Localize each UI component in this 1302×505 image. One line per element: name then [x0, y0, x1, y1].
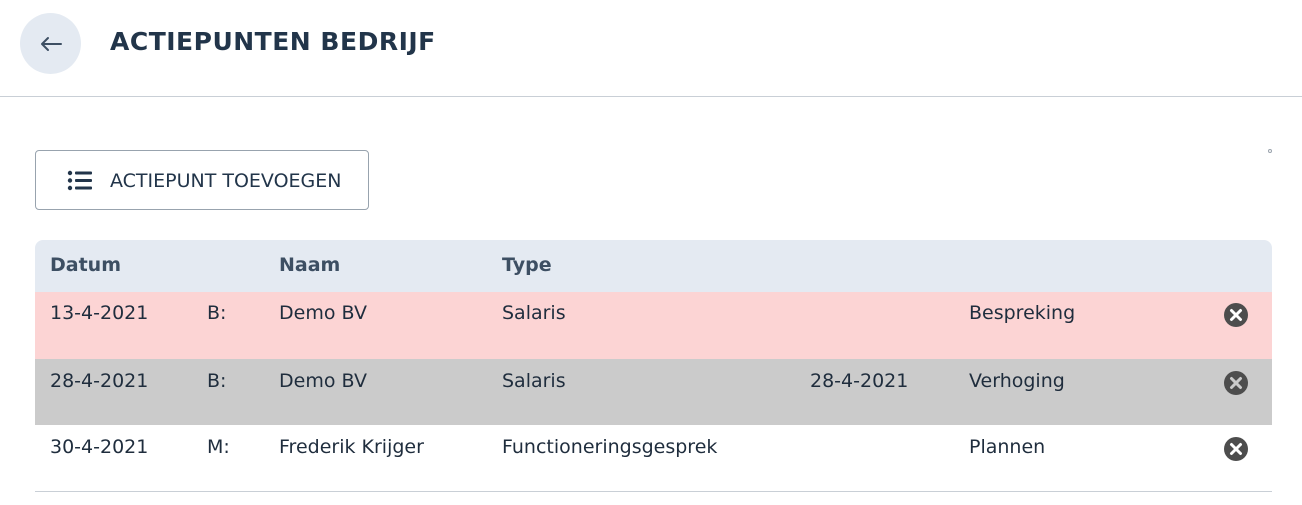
row-prefix: B:: [207, 370, 227, 392]
row-type: Salaris: [502, 370, 566, 392]
row-type: Salaris: [502, 302, 566, 324]
add-actionpoint-button[interactable]: ACTIEPUNT TOEVOEGEN: [35, 150, 369, 210]
row-datum2: 28-4-2021: [810, 370, 909, 392]
close-circle-icon[interactable]: [1223, 436, 1249, 462]
table-bottom-divider: [35, 491, 1272, 492]
column-header-naam[interactable]: Naam: [279, 254, 340, 276]
row-type: Functioneringsgesprek: [502, 436, 718, 458]
back-button[interactable]: [20, 13, 81, 74]
page-header: ACTIEPUNTEN BEDRIJF: [0, 0, 1302, 97]
column-header-type[interactable]: Type: [502, 254, 552, 276]
row-prefix: M:: [207, 436, 230, 458]
table-row[interactable]: 30-4-2021 M: Frederik Krijger Functioner…: [35, 425, 1272, 491]
close-circle-icon[interactable]: [1223, 302, 1249, 328]
row-datum: 13-4-2021: [50, 302, 149, 324]
table-header: Datum Naam Type: [35, 240, 1272, 292]
row-status: Bespreking: [969, 302, 1076, 324]
row-datum: 30-4-2021: [50, 436, 149, 458]
arrow-left-icon: [40, 36, 62, 51]
table-row[interactable]: 28-4-2021 B: Demo BV Salaris 28-4-2021 V…: [35, 359, 1272, 425]
add-actionpoint-label: ACTIEPUNT TOEVOEGEN: [110, 170, 342, 192]
close-circle-icon[interactable]: [1223, 370, 1249, 396]
page-title: ACTIEPUNTEN BEDRIJF: [110, 27, 436, 56]
table-row[interactable]: 13-4-2021 B: Demo BV Salaris Bespreking: [35, 292, 1272, 359]
row-status: Verhoging: [969, 370, 1065, 392]
column-header-datum[interactable]: Datum: [50, 254, 121, 276]
list-icon: [67, 170, 92, 191]
row-status: Plannen: [969, 436, 1046, 458]
row-naam: Demo BV: [279, 302, 367, 324]
status-dot: [1268, 149, 1272, 153]
actionpoints-table: Datum Naam Type 13-4-2021 B: Demo BV Sal…: [35, 240, 1272, 491]
row-datum: 28-4-2021: [50, 370, 149, 392]
row-prefix: B:: [207, 302, 227, 324]
row-naam: Demo BV: [279, 370, 367, 392]
row-naam: Frederik Krijger: [279, 436, 424, 458]
